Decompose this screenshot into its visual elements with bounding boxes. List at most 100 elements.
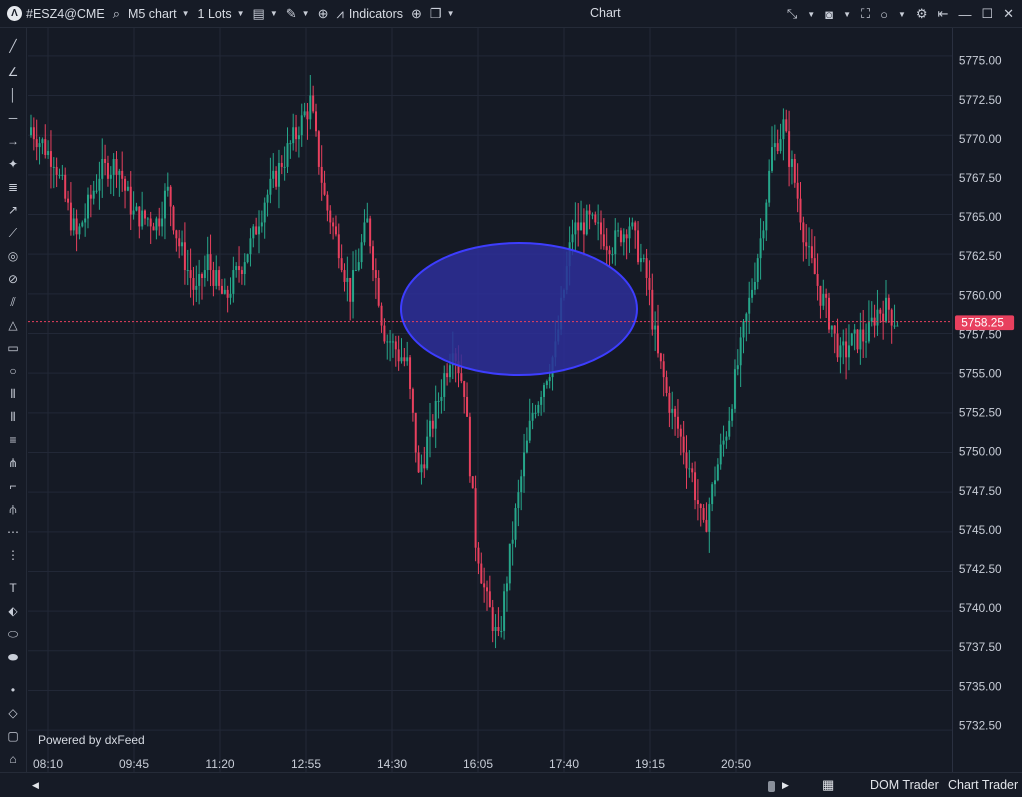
candle-body bbox=[352, 270, 355, 302]
candle-body bbox=[246, 254, 249, 263]
top-toolbar: Λ #ESZ4@CME ⌕ M5 chart ▼ 1 Lots ▼ ▤ ▼ ✎ ▼ ⊕ … bbox=[0, 0, 1022, 28]
dot-tool-icon[interactable]: • bbox=[0, 680, 26, 700]
text-tool-icon[interactable]: T bbox=[0, 578, 26, 598]
camera-icon[interactable]: ◙ bbox=[825, 7, 833, 22]
symbol-search-button[interactable]: ⌕ bbox=[109, 0, 124, 28]
vertical-line-icon[interactable]: │ bbox=[0, 85, 26, 105]
candle-body bbox=[688, 468, 691, 470]
square-tool-icon[interactable]: ▢ bbox=[0, 726, 26, 746]
triangle-tool-icon[interactable]: △ bbox=[0, 315, 26, 335]
chevron-down-icon[interactable]: ▼ bbox=[843, 10, 851, 19]
candle-body bbox=[833, 325, 836, 334]
candle-body bbox=[232, 270, 235, 294]
home-tool-icon[interactable]: ⌂ bbox=[0, 749, 26, 769]
candle-body bbox=[722, 440, 725, 445]
cross-tool-icon[interactable]: ✦ bbox=[0, 154, 26, 174]
fullscreen-icon[interactable]: ⛶ bbox=[861, 6, 870, 22]
candle-body bbox=[865, 341, 868, 343]
angle-tool-icon[interactable]: ∠ bbox=[0, 62, 26, 82]
candle-body bbox=[845, 341, 848, 358]
gann-tool-icon[interactable]: ⌐ bbox=[0, 476, 26, 496]
candle-body bbox=[753, 281, 756, 290]
candle-body bbox=[357, 262, 360, 271]
price-chart[interactable]: 08:10 09:45 11:20 12:55 14:30 16:05 17:40 19:15… bbox=[28, 28, 952, 772]
timeframe-dropdown[interactable]: M5 chart ▼ bbox=[124, 0, 194, 28]
candle-body bbox=[759, 238, 762, 259]
candle-body bbox=[266, 194, 269, 203]
hatch-tool-icon[interactable]: ⫽ bbox=[0, 292, 26, 312]
scroll-left-icon[interactable]: ◀ bbox=[32, 780, 39, 791]
window-icon: ❐ bbox=[429, 5, 442, 21]
candle-body bbox=[822, 293, 825, 306]
chart-trader-button[interactable]: Chart Trader bbox=[948, 778, 1018, 792]
scroll-right-icon[interactable]: ▶ bbox=[782, 780, 789, 791]
candle-body bbox=[896, 325, 899, 327]
dotted-range-icon[interactable]: ⋯ bbox=[0, 522, 26, 542]
line-tool-icon[interactable]: ╱ bbox=[0, 36, 26, 56]
candle-body bbox=[360, 242, 363, 263]
circle-icon[interactable]: ○ bbox=[880, 7, 888, 22]
chevron-down-icon[interactable]: ▼ bbox=[898, 10, 906, 19]
candle-body bbox=[144, 210, 146, 219]
candle-body bbox=[186, 270, 189, 272]
dotted-column-icon[interactable]: ⋮ bbox=[0, 545, 26, 565]
ellipse-tool-icon[interactable]: ○ bbox=[0, 361, 26, 381]
candle-body bbox=[514, 508, 517, 540]
chevron-down-icon: ▼ bbox=[269, 9, 278, 18]
crosshair-button[interactable]: ⊕ bbox=[407, 0, 426, 28]
curve-tool-icon[interactable]: ↗ bbox=[0, 200, 26, 220]
pin-icon[interactable]: ⇤ bbox=[938, 6, 949, 22]
arrow-tool-icon[interactable]: → bbox=[0, 131, 26, 151]
drawing-tools-dropdown[interactable]: ✎ ▼ bbox=[282, 0, 314, 28]
horizontal-line-icon[interactable]: ─ bbox=[0, 108, 26, 128]
candle-body bbox=[731, 408, 734, 421]
dom-trader-button[interactable]: DOM Trader bbox=[870, 778, 939, 792]
y-tick-label: 5747.50 bbox=[959, 484, 1002, 498]
candle-body bbox=[366, 218, 369, 223]
maximize-icon[interactable]: ☐ bbox=[981, 6, 993, 22]
indicators-button[interactable]: ⩘ Indicators bbox=[332, 0, 407, 28]
rectangle-tool-icon[interactable]: ▭ bbox=[0, 338, 26, 358]
lots-dropdown[interactable]: 1 Lots ▼ bbox=[194, 0, 249, 28]
scrollbar-thumb[interactable] bbox=[768, 781, 775, 792]
minimize-icon[interactable]: — bbox=[958, 7, 971, 22]
candle-body bbox=[201, 274, 203, 278]
gear-icon[interactable]: ⚙ bbox=[916, 6, 928, 22]
channel-tool-icon[interactable]: ≣ bbox=[0, 177, 26, 197]
fibonacci-tool-icon[interactable]: ⫴ bbox=[0, 384, 26, 404]
close-icon[interactable]: ✕ bbox=[1003, 6, 1014, 22]
layout-dropdown[interactable]: ❐ ▼ bbox=[426, 0, 459, 28]
symbol-selector[interactable]: #ESZ4@CME bbox=[22, 0, 109, 28]
candle-body bbox=[671, 408, 674, 413]
candle-body bbox=[235, 266, 238, 271]
cycle-tool-icon[interactable]: ⫛ bbox=[0, 499, 26, 519]
chevron-down-icon[interactable]: ▼ bbox=[807, 10, 815, 19]
tag-tool-icon[interactable]: ⬖ bbox=[0, 601, 26, 621]
fib-extension-icon[interactable]: ⫴ bbox=[0, 407, 26, 427]
calendar-icon[interactable]: ▦ bbox=[822, 777, 834, 793]
levels-tool-icon[interactable]: ≡ bbox=[0, 430, 26, 450]
candle-body bbox=[346, 277, 349, 282]
candle-body bbox=[289, 143, 292, 145]
diamond-tool-icon[interactable]: ◇ bbox=[0, 703, 26, 723]
x-axis-labels: 08:10 09:45 11:20 12:55 14:30 16:05 17:40 19:15… bbox=[33, 757, 751, 771]
fan-tool-icon[interactable]: ⟋ bbox=[0, 223, 26, 243]
candle-body bbox=[819, 285, 822, 306]
candle-body bbox=[115, 158, 118, 175]
candle-body bbox=[468, 416, 471, 477]
price-axis[interactable]: 5775.00 5772.50 5770.00 5767.50 5765.00 5762.… bbox=[952, 28, 1022, 772]
zoom-button[interactable]: ⊕ bbox=[314, 0, 333, 28]
callout-tool-icon[interactable]: ⬭ bbox=[0, 624, 26, 644]
candle-body bbox=[303, 111, 306, 116]
label-tool-icon[interactable]: ⬬ bbox=[0, 647, 26, 667]
spiral-tool-icon[interactable]: ◎ bbox=[0, 246, 26, 266]
candle-body bbox=[503, 591, 506, 631]
candle-body bbox=[808, 246, 811, 248]
ellipse-drawing[interactable] bbox=[400, 242, 638, 376]
pitchfork-tool-icon[interactable]: ⋔ bbox=[0, 453, 26, 473]
candle-body bbox=[315, 111, 317, 132]
chart-type-dropdown[interactable]: ▤ ▼ bbox=[249, 0, 282, 28]
expand-icon[interactable]: ⤡ bbox=[787, 6, 797, 22]
ruler-tool-icon[interactable]: ⊘ bbox=[0, 269, 26, 289]
candle-body bbox=[417, 452, 420, 473]
